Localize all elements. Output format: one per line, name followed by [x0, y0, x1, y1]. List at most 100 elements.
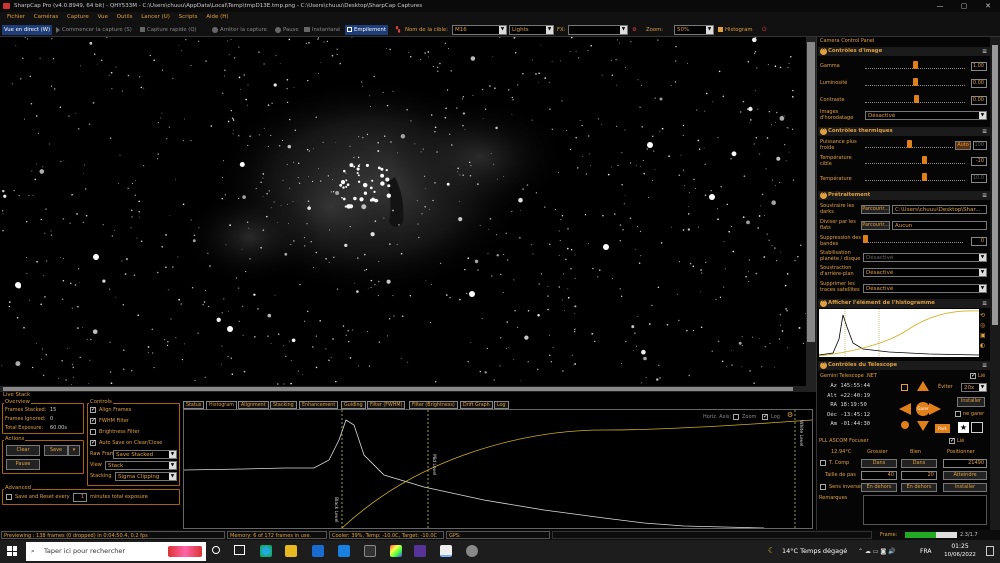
gamma-slider[interactable]	[865, 61, 965, 69]
task-view-icon[interactable]	[234, 545, 245, 555]
reverse-checkbox[interactable]	[820, 484, 826, 490]
language-indicator[interactable]: FRA	[920, 540, 931, 563]
taskbar-search-box[interactable]: ⌕ Taper ici pour rechercher	[26, 542, 206, 561]
brightness-slider[interactable]	[865, 78, 965, 86]
menu-fichier[interactable]: Fichier	[7, 12, 25, 23]
fx-select[interactable]: ▼	[568, 25, 628, 35]
brightness-value[interactable]: 0.00	[971, 79, 987, 88]
satellite-select[interactable]: Désactivé ▼	[863, 284, 987, 293]
focus-in-fine-button[interactable]: Dans	[901, 459, 937, 468]
menu-aide[interactable]: Aide (H)	[206, 12, 228, 23]
banding-slider[interactable]	[863, 235, 963, 243]
timestamp-select[interactable]: Désactivé ▼	[865, 111, 987, 120]
slider-knob[interactable]	[914, 95, 920, 103]
app3-icon[interactable]	[466, 545, 478, 557]
save-reset-checkbox[interactable]	[6, 494, 12, 500]
app2-icon[interactable]	[414, 545, 426, 557]
weather-text[interactable]: 14°C Temps dégagé	[782, 540, 847, 563]
panel-scrollbar[interactable]	[990, 37, 1000, 530]
tab-log[interactable]: Log	[494, 401, 509, 409]
focus-out-fine-button[interactable]: En dehors	[901, 483, 937, 492]
file-explorer-icon[interactable]	[285, 545, 297, 557]
histogram-button[interactable]: Histogram	[718, 25, 752, 35]
tab-filter-fwhm[interactable]: Filter (FWHM)	[367, 401, 406, 409]
focus-out-coarse-button[interactable]: En dehors	[861, 483, 897, 492]
tab-guiding[interactable]: Guiding	[341, 401, 366, 409]
clock-date[interactable]: 10/06/2022	[938, 552, 982, 558]
mount-linked-checkbox[interactable]	[970, 372, 976, 379]
frame-type-select[interactable]: Lights ▼	[509, 25, 554, 35]
section-image-controls[interactable]: ^ Contrôles d'image ≡	[818, 47, 990, 56]
darks-path-field[interactable]: C:\Users\chuuu\Desktop\Shar...	[892, 205, 987, 214]
slider-knob[interactable]	[912, 78, 918, 86]
sharpcap-taskbar-icon[interactable]	[440, 545, 452, 557]
target-mount-icon[interactable]	[901, 421, 909, 429]
slider-knob[interactable]	[922, 156, 927, 164]
stop-capture-button[interactable]: Arrêter la capture	[212, 25, 267, 35]
save-button[interactable]: Save	[44, 445, 68, 456]
tab-drift-graph[interactable]: Drift Graph	[460, 401, 493, 409]
focuser-linked-checkbox[interactable]	[949, 437, 955, 444]
cooler-power-slider[interactable]	[865, 140, 953, 148]
mail-icon[interactable]	[338, 545, 350, 557]
fwhm-filter-checkbox[interactable]	[90, 417, 96, 424]
flats-field[interactable]: Aucun	[892, 221, 987, 230]
histogram-tool-icons[interactable]: ⟲ ◎ ▣ ◐	[980, 311, 986, 351]
image-viewer[interactable]	[0, 37, 806, 386]
zoom-select[interactable]: 50% ▼	[674, 25, 714, 35]
cooler-auto-button[interactable]: Auto	[955, 141, 971, 150]
start-capture-button[interactable]: Commencer la capture (S)	[56, 25, 132, 35]
cooler-power-value[interactable]: 100	[973, 141, 987, 150]
arrow-down-icon[interactable]	[917, 421, 929, 431]
menu-vue[interactable]: Vue	[98, 12, 108, 23]
align-frames-checkbox[interactable]	[90, 406, 96, 413]
tab-histogram[interactable]: Histogram	[206, 401, 237, 409]
menu-capture[interactable]: Capture	[67, 12, 89, 23]
tab-stacking[interactable]: Stacking	[270, 401, 297, 409]
arrow-right-icon[interactable]	[929, 403, 941, 415]
section-preprocessing[interactable]: ^ Prétraitement ≡	[818, 191, 990, 200]
menu-cameras[interactable]: Caméras	[34, 12, 58, 23]
brightness-filter-checkbox[interactable]	[90, 429, 96, 435]
mini-histogram[interactable]	[818, 309, 980, 357]
dont-park-checkbox[interactable]	[955, 411, 961, 417]
scroll-thumb[interactable]	[992, 45, 998, 325]
home-icon[interactable]	[901, 384, 908, 391]
clock-time[interactable]: 01:25	[945, 543, 975, 550]
cortana-icon[interactable]	[212, 546, 220, 554]
stacking-select[interactable]: Sigma Clipping ▼	[115, 472, 177, 481]
section-thermal-controls[interactable]: ^ Contrôles thermiques ≡	[818, 127, 990, 136]
raw-frames-select[interactable]: Save Stacked ▼	[113, 450, 177, 459]
section-histogram[interactable]: ^ Afficher l'élément de l'histogramme ≡	[818, 299, 990, 308]
photos-icon[interactable]	[390, 545, 402, 557]
settings-gear-icon[interactable]: ⚙	[632, 25, 637, 35]
scroll-thumb[interactable]	[3, 387, 793, 391]
park2-button[interactable]: Park	[935, 424, 950, 433]
section-telescope[interactable]: ^ Contrôles du Télescope ≡	[818, 361, 990, 370]
store-icon[interactable]	[312, 545, 324, 557]
viewer-vertical-scrollbar[interactable]	[806, 37, 816, 386]
star-icon[interactable]: ★	[958, 422, 969, 433]
step-fine-input[interactable]: 20	[901, 471, 937, 480]
menu-outils[interactable]: Outils	[117, 12, 133, 23]
power-icon[interactable]: ⏻	[762, 25, 766, 35]
step-coarse-input[interactable]: 40	[861, 471, 897, 480]
install-mount-button[interactable]: Installer	[957, 397, 985, 407]
scroll-thumb[interactable]	[807, 42, 815, 342]
maximize-button[interactable]: ▢	[952, 0, 976, 12]
background-select[interactable]: Désactivé ▼	[863, 268, 987, 277]
snapshot-button[interactable]: Instantané	[304, 25, 340, 35]
browse-darks-button[interactable]: Parcourir...	[861, 205, 890, 214]
quick-capture-button[interactable]: Capture rapide (Q)	[140, 25, 197, 35]
tcomp-checkbox[interactable]	[820, 460, 826, 466]
app-icon[interactable]	[364, 545, 376, 557]
arrow-left-icon[interactable]	[899, 403, 911, 415]
focus-in-coarse-button[interactable]: Dans	[861, 459, 897, 468]
reach-button[interactable]: Atteindre	[943, 471, 987, 480]
gamma-value[interactable]: 1.00	[971, 62, 987, 71]
park-button[interactable]: Garer	[916, 402, 930, 416]
tab-enhancement[interactable]: Enhancement	[299, 401, 339, 409]
align-icon[interactable]	[971, 422, 983, 433]
save-dropdown-button[interactable]: ▾	[68, 445, 80, 456]
pause-stack-button[interactable]: Pause	[6, 459, 40, 470]
